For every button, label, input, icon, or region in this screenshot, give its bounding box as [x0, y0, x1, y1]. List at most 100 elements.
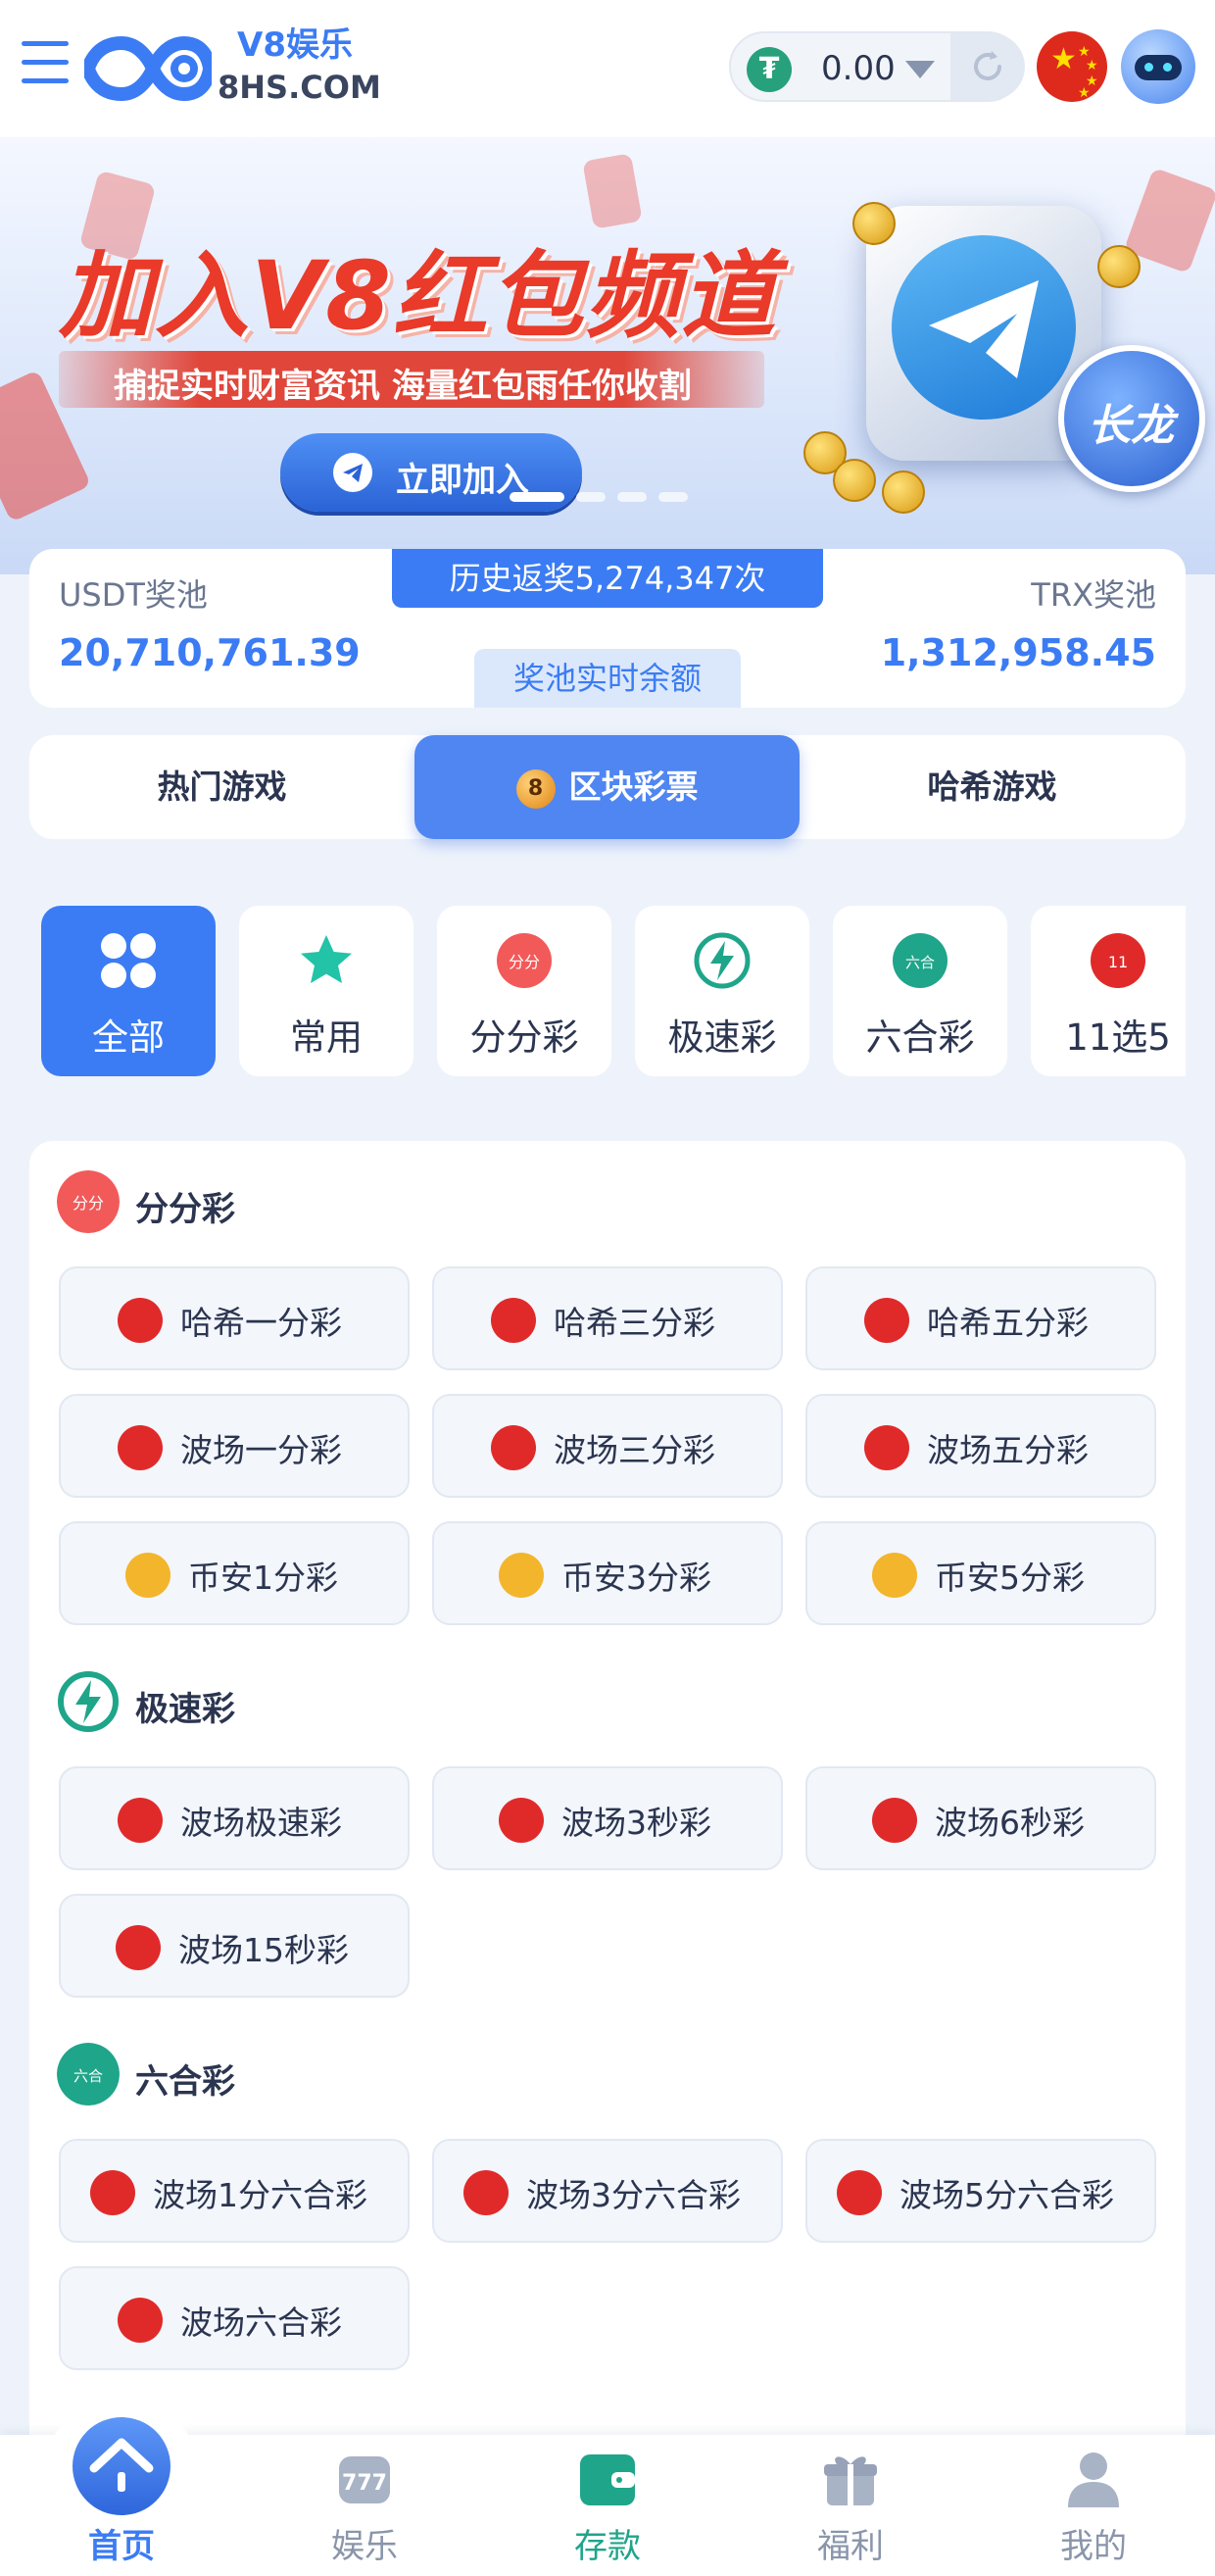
- chevron-down-icon[interactable]: [905, 61, 935, 78]
- nav-home[interactable]: 首页: [0, 2396, 243, 2576]
- liuhecai-icon: 六合: [893, 933, 948, 988]
- game-button[interactable]: 波场极速彩: [59, 1766, 410, 1870]
- wallet-icon: [580, 2454, 635, 2505]
- user-icon: [1068, 2452, 1119, 2507]
- nav-entertainment[interactable]: 777 娱乐: [243, 2435, 486, 2576]
- promo-banner[interactable]: 加入V8红包频道 捕捉实时财富资讯 海量红包雨任你收割 立即加入 长龙: [0, 137, 1215, 574]
- tron-icon: [90, 2170, 135, 2215]
- 11x5-icon: 11: [1091, 933, 1145, 988]
- tron-icon: [116, 1925, 161, 1970]
- refresh-button[interactable]: [950, 33, 1025, 100]
- nav-label: 存款: [574, 2527, 641, 2566]
- game-button[interactable]: 波场15秒彩: [59, 1894, 410, 1998]
- svg-text:777: 777: [342, 2471, 387, 2496]
- telegram-icon: [333, 453, 372, 492]
- game-button[interactable]: 波场三分彩: [432, 1394, 783, 1498]
- star-icon: [301, 935, 352, 983]
- svg-text:11: 11: [1108, 953, 1128, 971]
- game-name: 波场一分彩: [180, 1431, 342, 1469]
- fenfencai-icon: 分分: [57, 1170, 120, 1233]
- category-liuhecai[interactable]: 六合 六合彩: [833, 906, 1007, 1076]
- slot-machine-icon: 777: [339, 2456, 390, 2503]
- category-jisucai[interactable]: 极速彩: [635, 906, 809, 1076]
- section-title: 六合彩: [135, 2062, 235, 2102]
- game-name: 哈希五分彩: [927, 1304, 1089, 1342]
- game-button[interactable]: 波场一分彩: [59, 1394, 410, 1498]
- game-button[interactable]: 哈希五分彩: [805, 1266, 1156, 1370]
- section-title: 极速彩: [135, 1690, 235, 1729]
- game-button[interactable]: 波场3分六合彩: [432, 2139, 783, 2243]
- game-button[interactable]: 哈希三分彩: [432, 1266, 783, 1370]
- home-icon: [73, 2417, 170, 2515]
- dragon-badge-button[interactable]: 长龙: [1058, 345, 1205, 492]
- svg-text:分分: 分分: [73, 1194, 104, 1213]
- balance-selector[interactable]: ₮ 0.00: [729, 31, 1025, 102]
- gift-icon: [824, 2456, 877, 2505]
- top-header: V8娱乐 8HS.COM ₮ 0.00 ★ ★ ★ ★ ★: [0, 0, 1215, 137]
- svg-text:分分: 分分: [509, 953, 540, 971]
- bnb-icon: [125, 1553, 170, 1598]
- avatar[interactable]: [1121, 29, 1195, 104]
- game-name: 币安1分彩: [188, 1559, 338, 1597]
- svg-text:六合: 六合: [73, 2067, 103, 2085]
- game-button[interactable]: 波场五分彩: [805, 1394, 1156, 1498]
- history-payout-count: 历史返奖5,274,347次: [392, 549, 823, 608]
- nav-deposit[interactable]: 存款: [486, 2435, 729, 2576]
- category-all[interactable]: 全部: [41, 906, 216, 1076]
- nav-label: 娱乐: [331, 2527, 398, 2566]
- tron-icon: [118, 1798, 163, 1843]
- tron-icon: [837, 2170, 882, 2215]
- trx-pool-label: TRX奖池: [1031, 576, 1156, 614]
- game-button[interactable]: 币安1分彩: [59, 1521, 410, 1625]
- tab-label: 热门游戏: [157, 768, 287, 806]
- game-button[interactable]: 波场3秒彩: [432, 1766, 783, 1870]
- game-button[interactable]: 波场6秒彩: [805, 1766, 1156, 1870]
- category-label: 11选5: [1065, 1016, 1171, 1059]
- category-fenfencai[interactable]: 分分 分分彩: [437, 906, 611, 1076]
- tron-icon: [118, 1298, 163, 1343]
- bottom-nav: 首页 777 娱乐 存款 福利 我的: [0, 2396, 1215, 2576]
- nav-label: 首页: [88, 2527, 155, 2566]
- nav-profile[interactable]: 我的: [972, 2435, 1215, 2576]
- tron-icon: [491, 1425, 536, 1470]
- game-name: 波场6秒彩: [935, 1804, 1085, 1842]
- game-button[interactable]: 币安5分彩: [805, 1521, 1156, 1625]
- game-button[interactable]: 哈希一分彩: [59, 1266, 410, 1370]
- tab-label: 区块彩票: [568, 768, 699, 806]
- game-name: 哈希三分彩: [554, 1304, 715, 1342]
- bnb-icon: [499, 1553, 544, 1598]
- usdt-icon: ₮: [747, 47, 792, 92]
- lottery-ball-icon: 8: [515, 768, 556, 809]
- tab-label: 哈希游戏: [927, 768, 1057, 806]
- game-name: 波场15秒彩: [178, 1931, 349, 1969]
- nav-label: 我的: [1060, 2527, 1127, 2566]
- category-11x5[interactable]: 11 11选5: [1031, 906, 1186, 1076]
- banner-subtitle: 捕捉实时财富资讯 海量红包雨任你收割: [114, 367, 692, 406]
- lightning-icon: [58, 1671, 119, 1732]
- game-name: 币安5分彩: [935, 1559, 1085, 1597]
- game-button[interactable]: 币安3分彩: [432, 1521, 783, 1625]
- tab-hot-games[interactable]: 热门游戏: [29, 735, 414, 839]
- tron-icon: [872, 1798, 917, 1843]
- game-type-tabs: 热门游戏 8 区块彩票 哈希游戏: [29, 735, 1186, 839]
- game-name: 波场极速彩: [180, 1804, 342, 1842]
- brand-domain: 8HS.COM: [218, 69, 381, 106]
- china-flag-icon[interactable]: ★ ★ ★ ★ ★: [1037, 31, 1107, 102]
- game-button[interactable]: 波场5分六合彩: [805, 2139, 1156, 2243]
- nav-benefits[interactable]: 福利: [729, 2435, 972, 2576]
- trx-pool-amount: 1,312,958.45: [880, 631, 1156, 674]
- tab-block-lottery[interactable]: 8 区块彩票: [414, 735, 800, 839]
- game-name: 波场五分彩: [927, 1431, 1089, 1469]
- game-name: 波场六合彩: [180, 2304, 342, 2342]
- game-button[interactable]: 波场1分六合彩: [59, 2139, 410, 2243]
- bnb-icon: [872, 1553, 917, 1598]
- liuhecai-icon: 六合: [57, 2043, 120, 2105]
- tron-icon: [864, 1298, 909, 1343]
- game-button[interactable]: 波场六合彩: [59, 2266, 410, 2370]
- tron-icon: [499, 1798, 544, 1843]
- menu-icon[interactable]: [22, 41, 69, 86]
- tab-hash-games[interactable]: 哈希游戏: [800, 735, 1185, 839]
- category-favorites[interactable]: 常用: [239, 906, 413, 1076]
- usdt-pool-label: USDT奖池: [59, 576, 208, 614]
- game-name: 哈希一分彩: [180, 1304, 342, 1342]
